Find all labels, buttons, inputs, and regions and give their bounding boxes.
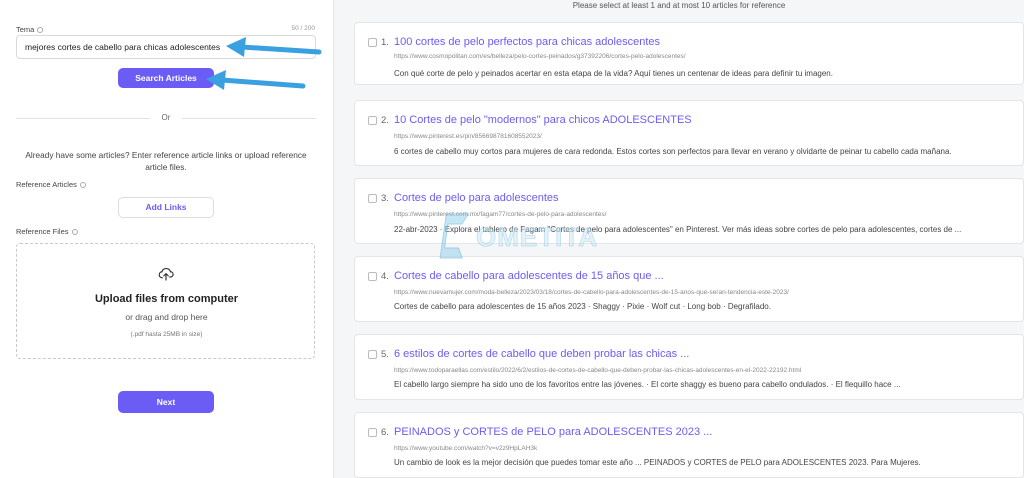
article-checkbox[interactable] (368, 116, 377, 125)
article-number: 2. (381, 115, 389, 126)
article-description: 22-abr-2023 · Explora el tablero de Faga… (394, 225, 962, 234)
article-title[interactable]: Cortes de pelo para adolescentes (394, 192, 559, 204)
character-counter: 50 / 200 (291, 25, 316, 32)
left-panel: Tema 50 / 200 mejores cortes de cabello … (0, 0, 333, 478)
info-icon (37, 27, 44, 34)
article-number: 3. (381, 193, 389, 204)
article-url: https://www.cosmopolitan.com/es/belleza/… (394, 53, 686, 60)
article-card[interactable]: 2. 10 Cortes de pelo "modernos" para chi… (354, 100, 1024, 166)
article-checkbox[interactable] (368, 38, 377, 47)
article-url: https://www.nuevamujer.com/moda-belleza/… (394, 289, 789, 296)
article-description: El cabello largo siempre ha sido uno de … (394, 380, 901, 389)
article-card[interactable]: 1. 100 cortes de pelo perfectos para chi… (354, 22, 1024, 85)
upload-subtitle: or drag and drop here (125, 312, 208, 322)
article-card[interactable]: 4. Cortes de cabello para adolescentes d… (354, 256, 1024, 322)
article-card[interactable]: 6. PEINADOS y CORTES de PELO para ADOLES… (354, 412, 1024, 478)
upload-hint: (.pdf hasta 25MB in size) (130, 331, 203, 338)
article-url: https://www.youtube.com/watch?v=v2z9HpLA… (394, 445, 538, 452)
reference-instructions: Already have some articles? Enter refere… (25, 150, 307, 172)
file-dropzone[interactable]: Upload files from computer or drag and d… (16, 243, 315, 359)
article-title[interactable]: Cortes de cabello para adolescentes de 1… (394, 270, 664, 282)
article-number: 6. (381, 427, 389, 438)
info-icon (71, 229, 78, 236)
article-card[interactable]: 5. 6 estilos de cortes de cabello que de… (354, 334, 1024, 400)
upload-title: Upload files from computer (94, 293, 239, 305)
next-button[interactable]: Next (118, 391, 214, 413)
reference-files-label: Reference Files (16, 227, 78, 236)
article-url: https://www.pinterest.es/pin/85669878160… (394, 133, 542, 140)
article-number: 4. (381, 271, 389, 282)
selection-instruction: Please select at least 1 and at most 10 … (572, 1, 786, 10)
article-url: https://www.todoparaellas.com/estilo/202… (394, 367, 802, 374)
article-description: 6 cortes de cabello muy cortos para muje… (394, 147, 952, 156)
annotation-arrow-icon (226, 37, 322, 57)
annotation-arrow-icon (206, 70, 306, 90)
article-number: 1. (381, 37, 389, 48)
article-title[interactable]: 100 cortes de pelo perfectos para chicas… (394, 36, 660, 48)
topic-label: Tema (16, 25, 44, 34)
search-articles-button[interactable]: Search Articles (118, 68, 214, 88)
info-icon (79, 182, 86, 189)
article-checkbox[interactable] (368, 194, 377, 203)
article-url: https://www.pinterest.com.mx/fagam77/cor… (394, 211, 607, 218)
article-description: Un cambio de look es la mejor decisión q… (394, 458, 921, 467)
article-description: Con qué corte de pelo y peinados acertar… (394, 69, 833, 78)
upload-cloud-icon (158, 268, 174, 281)
article-title[interactable]: 6 estilos de cortes de cabello que deben… (394, 348, 689, 360)
article-checkbox[interactable] (368, 350, 377, 359)
article-number: 5. (381, 349, 389, 360)
add-links-button[interactable]: Add Links (118, 197, 214, 218)
reference-articles-label: Reference Articles (16, 180, 86, 189)
article-title[interactable]: 10 Cortes de pelo "modernos" para chicos… (394, 114, 692, 126)
or-text: Or (161, 113, 171, 122)
article-checkbox[interactable] (368, 428, 377, 437)
article-title[interactable]: PEINADOS y CORTES de PELO para ADOLESCEN… (394, 426, 712, 438)
or-divider: Or (16, 113, 316, 123)
article-description: Cortes de cabello para adolescentes de 1… (394, 302, 771, 311)
article-checkbox[interactable] (368, 272, 377, 281)
article-card[interactable]: 3. Cortes de pelo para adolescentes http… (354, 178, 1024, 244)
results-panel: Please select at least 1 and at most 10 … (334, 0, 1024, 478)
